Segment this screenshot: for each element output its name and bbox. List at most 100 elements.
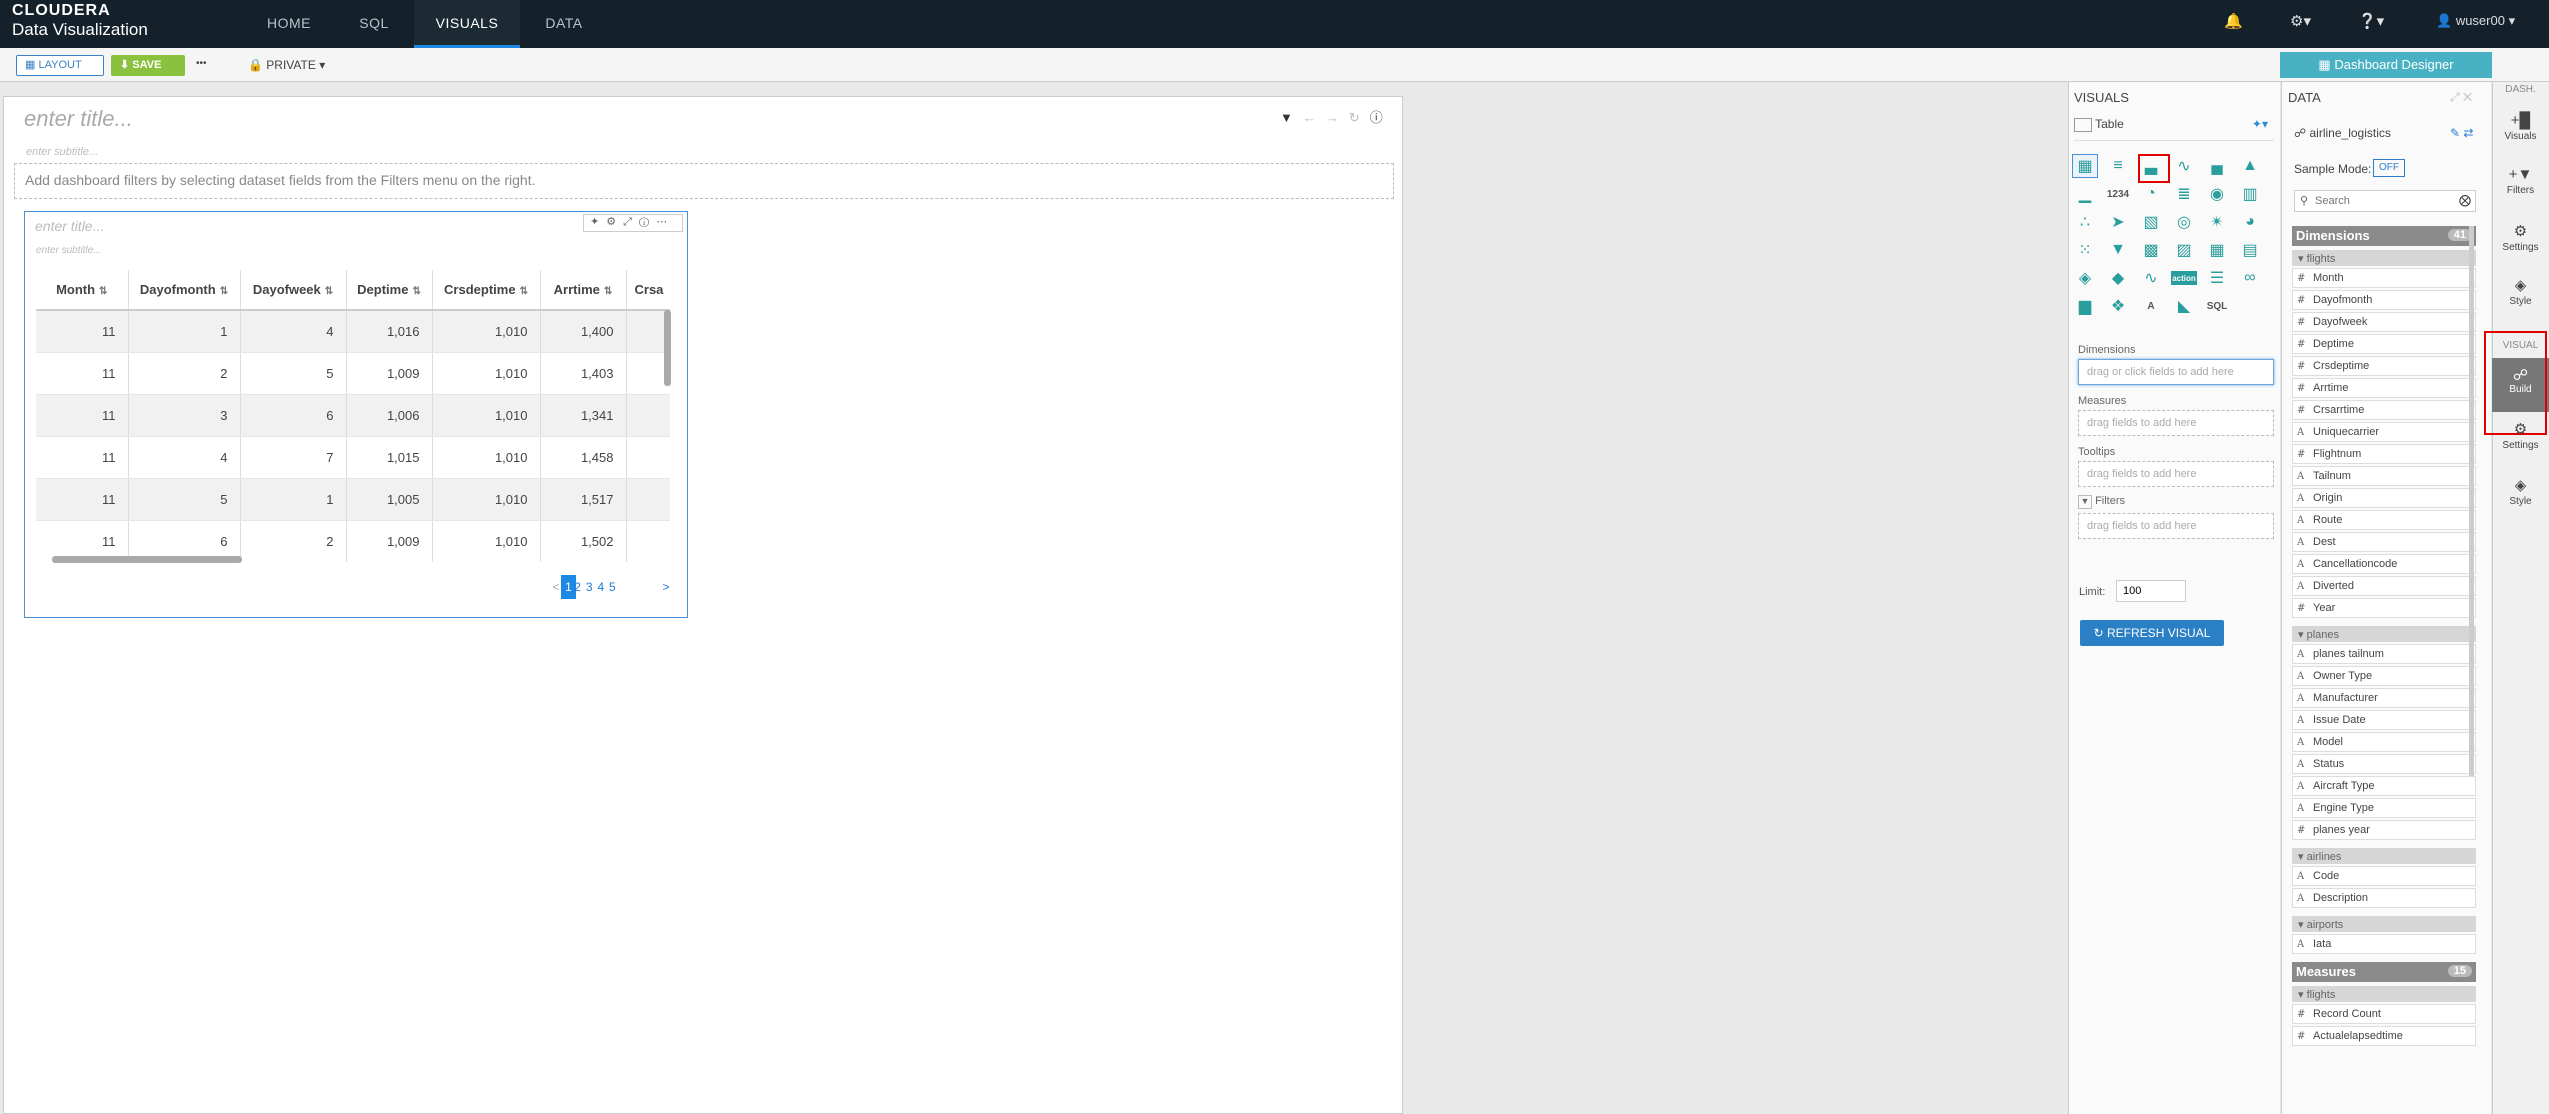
filters-drop-zone[interactable]: drag fields to add here — [2078, 513, 2274, 539]
field-item[interactable]: A Dest — [2292, 532, 2476, 552]
forward-icon[interactable]: → — [1326, 110, 1349, 125]
field-item[interactable]: A Iata — [2292, 934, 2476, 954]
column-header[interactable]: Crsdeptime ⇅ — [432, 270, 541, 311]
field-item[interactable]: # Dayofweek — [2292, 312, 2476, 332]
field-item[interactable]: Aplanes tailnum — [2292, 644, 2476, 664]
column-header[interactable]: Dayofweek ⇅ — [240, 270, 347, 311]
donut-chart-icon[interactable]: ◎ — [2171, 210, 2197, 234]
panel-expand-close-icons[interactable]: ⤢ ✕ — [2450, 90, 2472, 105]
text-table-chart-icon[interactable]: ☰ — [2204, 266, 2230, 290]
funnel-chart-icon[interactable]: ▼ — [2105, 238, 2131, 262]
refresh-icon[interactable]: ↻ — [1349, 110, 1370, 125]
field-item[interactable]: A Engine Type — [2292, 798, 2476, 818]
combo-chart-icon[interactable]: ▲ — [2237, 154, 2263, 178]
field-item[interactable]: A Model — [2292, 732, 2476, 752]
help-icon[interactable]: ❔▾ — [2358, 12, 2384, 30]
field-group-header[interactable]: ▾ airlines — [2292, 848, 2476, 864]
radial-chart-icon[interactable]: ❖ — [2105, 294, 2131, 318]
kpi-chart-icon[interactable]: 1234 — [2105, 182, 2131, 206]
layout-button[interactable]: ▦ LAYOUT — [16, 55, 104, 76]
map-chart-icon[interactable]: ◈ — [2072, 266, 2098, 290]
expand-icon[interactable]: ⤢ — [623, 216, 639, 228]
visual-more-icon[interactable]: ⋯ — [656, 216, 674, 228]
prev-page-link[interactable]: < — [551, 575, 561, 599]
field-item[interactable]: # planes year — [2292, 820, 2476, 840]
dashboard-designer-button[interactable]: ▦ Dashboard Designer — [2280, 52, 2492, 78]
sort-icon[interactable]: ⇅ — [520, 286, 528, 297]
field-item[interactable]: # Flightnum — [2292, 444, 2476, 464]
visual-subtitle-input[interactable]: enter subtitle... — [36, 245, 102, 256]
table-chart-icon[interactable]: ▦ — [2072, 154, 2098, 178]
search-input[interactable] — [2315, 193, 2455, 209]
page-link[interactable]: 4 — [596, 575, 606, 599]
rail-dash-settings[interactable]: ⚙ Settings — [2492, 222, 2549, 253]
visual-title-input[interactable]: enter title... — [35, 218, 104, 234]
dots-chart-icon[interactable]: ⁙ — [2072, 238, 2098, 262]
save-button[interactable]: ⬇ SAVE — [111, 55, 185, 76]
column-header[interactable]: Crsa — [626, 270, 670, 311]
field-group-header[interactable]: ▾ airports — [2292, 916, 2476, 932]
field-item[interactable]: A Manufacturer — [2292, 688, 2476, 708]
chord-chart-icon[interactable]: ∞ — [2237, 266, 2263, 290]
explore-visuals-icon[interactable]: ✦▾ — [2252, 117, 2268, 131]
field-item[interactable]: A Description — [2292, 888, 2476, 908]
rail-visual-style[interactable]: ◈ Style — [2492, 476, 2549, 507]
packed-bubbles-chart-icon[interactable]: ◉ — [2204, 182, 2230, 206]
limit-input[interactable] — [2116, 580, 2186, 602]
filter-icon[interactable]: ▼ — [1280, 110, 1303, 125]
field-item[interactable]: A Status — [2292, 754, 2476, 774]
flow-chart-icon[interactable]: ➤ — [2105, 210, 2131, 234]
treemap-chart-icon[interactable]: ▦ — [2204, 238, 2230, 262]
field-item[interactable]: # Deptime — [2292, 334, 2476, 354]
scatter-chart-icon[interactable]: ∴ — [2072, 210, 2098, 234]
rail-filters[interactable]: +▼ Filters — [2492, 166, 2549, 196]
field-item[interactable]: # Crsarrtime — [2292, 400, 2476, 420]
field-group-header[interactable]: ▾ flights — [2292, 986, 2476, 1002]
histogram2-chart-icon[interactable]: ▆ — [2072, 294, 2098, 318]
area-bars-chart-icon[interactable]: ▄ — [2204, 154, 2230, 178]
edit-dataset-icon[interactable]: ✎ ⇄ — [2450, 126, 2473, 140]
rail-dash-style[interactable]: ◈ Style — [2492, 276, 2549, 307]
sort-icon[interactable]: ⇅ — [220, 286, 228, 297]
bars2-chart-icon[interactable]: ≣ — [2171, 182, 2197, 206]
field-item[interactable]: # Dayofmonth — [2292, 290, 2476, 310]
trellis-chart-icon[interactable]: ▥ — [2237, 182, 2263, 206]
calendar-chart-icon[interactable]: ▤ — [2237, 238, 2263, 262]
network-chart-icon[interactable]: ✴ — [2204, 210, 2230, 234]
correlation-chart-icon[interactable]: ▧ — [2138, 210, 2164, 234]
vertical-scrollbar[interactable] — [664, 310, 671, 386]
extension-chart-icon[interactable]: ◣ — [2171, 294, 2197, 318]
page-link[interactable]: 3 — [584, 575, 594, 599]
clear-search-icon[interactable]: ⨂ — [2459, 193, 2471, 207]
heatmap-chart-icon[interactable]: ▩ — [2138, 238, 2164, 262]
sql-chart-icon[interactable]: SQL — [2204, 294, 2230, 318]
map-tiles-chart-icon[interactable]: ▨ — [2171, 238, 2197, 262]
tooltips-drop-zone[interactable]: drag fields to add here — [2078, 461, 2274, 487]
field-item[interactable]: # Record Count — [2292, 1004, 2476, 1024]
field-item[interactable]: A Route — [2292, 510, 2476, 530]
field-item[interactable]: A Diverted — [2292, 576, 2476, 596]
page-link[interactable]: 2 — [573, 575, 583, 599]
text-chart-icon[interactable]: A — [2138, 294, 2164, 318]
dashboard-filters-area[interactable]: Add dashboard filters by selecting datas… — [14, 163, 1394, 199]
notification-bell-icon[interactable]: 🔔 — [2224, 12, 2243, 30]
next-page-link[interactable]: > — [658, 575, 674, 599]
visual-info-icon[interactable]: ⓘ — [639, 216, 656, 228]
interactive-map-chart-icon[interactable]: ◆ — [2105, 266, 2131, 290]
field-item[interactable]: A Issue Date — [2292, 710, 2476, 730]
column-header[interactable]: Month ⇅ — [36, 270, 129, 311]
field-item[interactable]: # Month — [2292, 268, 2476, 288]
field-item[interactable]: A Uniquecarrier — [2292, 422, 2476, 442]
user-menu[interactable]: 👤 wuser00 ▾ — [2436, 13, 2515, 29]
nav-visuals[interactable]: VISUALS — [414, 0, 520, 48]
field-group-header[interactable]: ▾ planes — [2292, 626, 2476, 642]
dimensions-section-header[interactable]: Dimensions 41 — [2292, 226, 2476, 246]
visual-gear-icon[interactable]: ⚙ — [606, 216, 623, 228]
sample-mode-toggle[interactable]: OFF — [2373, 159, 2405, 177]
pie-chart-icon[interactable]: ◕ — [2237, 210, 2263, 234]
rail-visual-settings[interactable]: ⚙ Settings — [2492, 420, 2549, 451]
field-item[interactable]: # Year — [2292, 598, 2476, 618]
back-icon[interactable]: ← — [1303, 110, 1326, 125]
action-chart-icon[interactable]: action — [2171, 271, 2197, 285]
column-header[interactable]: Deptime ⇅ — [346, 270, 433, 311]
